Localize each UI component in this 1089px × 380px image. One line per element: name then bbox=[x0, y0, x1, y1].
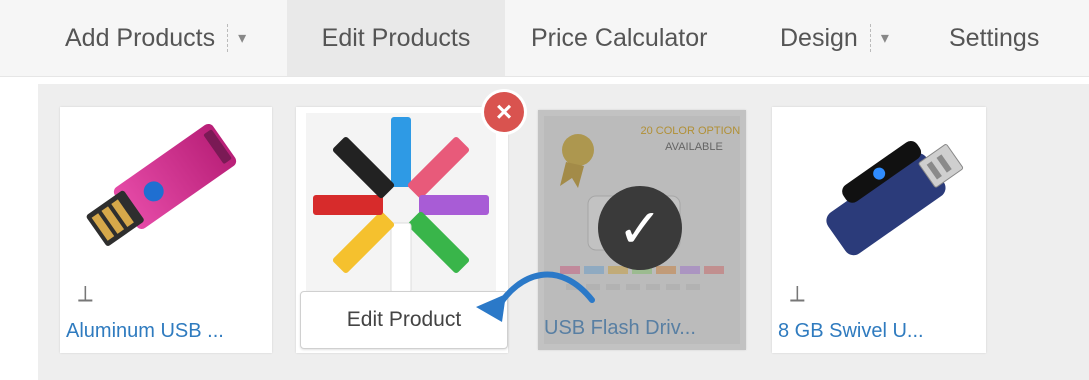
arrow-annotation bbox=[476, 271, 595, 322]
